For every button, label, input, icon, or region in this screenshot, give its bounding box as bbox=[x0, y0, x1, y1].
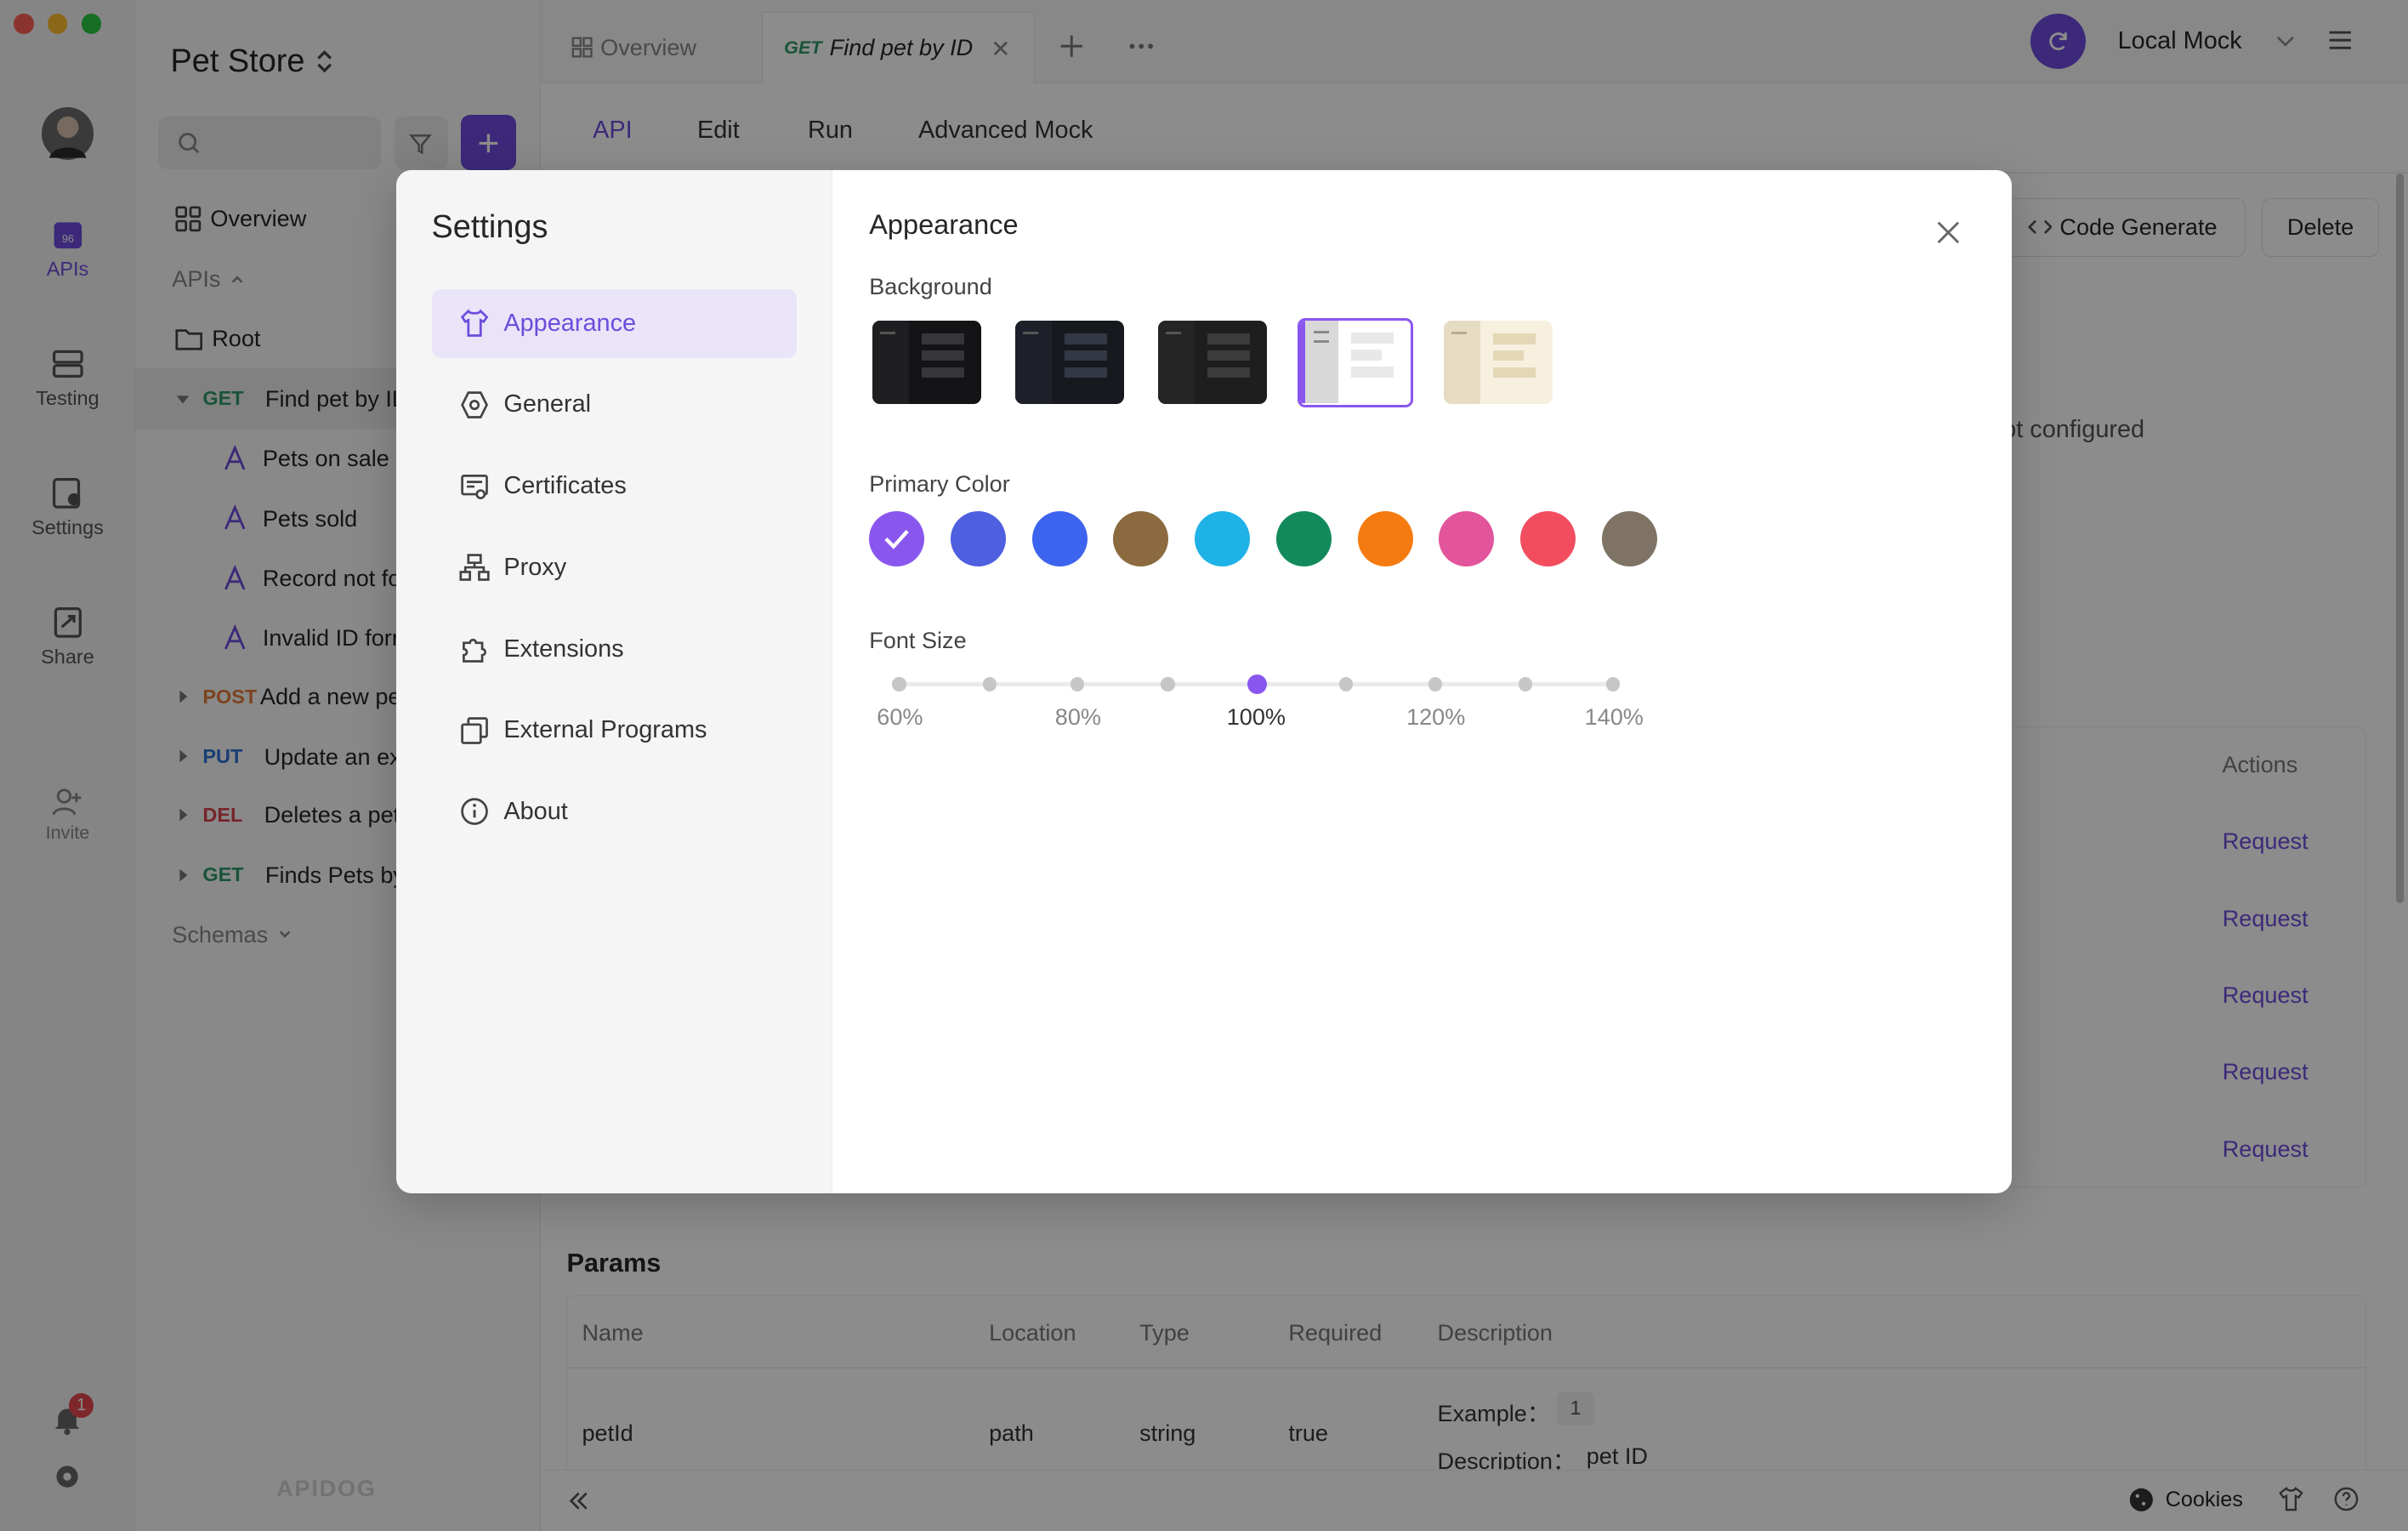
font-size-option-selected[interactable]: 100% bbox=[1210, 703, 1302, 731]
close-dialog-button[interactable] bbox=[1935, 219, 1962, 246]
font-size-option[interactable]: 120% bbox=[1390, 703, 1482, 731]
settings-menu-label: Proxy bbox=[503, 553, 567, 581]
primary-color-swatch[interactable] bbox=[1601, 511, 1657, 567]
font-size-slider-thumb[interactable] bbox=[1247, 674, 1268, 695]
settings-menu-label: Certificates bbox=[503, 472, 627, 500]
font-size-tick[interactable] bbox=[892, 677, 906, 692]
settings-menu-label: General bbox=[503, 390, 592, 418]
background-swatch-dark-2[interactable] bbox=[1014, 321, 1125, 404]
font-size-tick[interactable] bbox=[1070, 677, 1085, 692]
info-icon bbox=[461, 798, 488, 826]
certificate-icon bbox=[461, 474, 488, 499]
settings-menu-label: About bbox=[503, 798, 568, 825]
background-swatch-dark-1[interactable] bbox=[872, 321, 982, 404]
settings-menu-label: Appearance bbox=[503, 309, 637, 337]
close-icon bbox=[1937, 221, 1959, 244]
network-icon bbox=[459, 554, 490, 582]
settings-menu-proxy[interactable]: Proxy bbox=[432, 533, 798, 602]
settings-menu-about[interactable]: About bbox=[432, 777, 798, 846]
settings-menu-appearance[interactable]: Appearance bbox=[431, 288, 798, 358]
primary-color-swatch[interactable] bbox=[1195, 511, 1251, 567]
check-icon bbox=[884, 530, 910, 550]
primary-color-swatch[interactable] bbox=[950, 511, 1006, 567]
primary-color-swatch[interactable] bbox=[869, 511, 925, 567]
primary-color-swatch[interactable] bbox=[1031, 511, 1088, 567]
copy-window-icon bbox=[461, 716, 488, 744]
font-size-tick[interactable] bbox=[1519, 677, 1533, 692]
settings-menu-label: Extensions bbox=[503, 635, 624, 663]
font-size-tick[interactable] bbox=[982, 677, 997, 692]
background-swatch-dark-3[interactable] bbox=[1157, 321, 1268, 404]
font-size-tick[interactable] bbox=[1428, 677, 1442, 692]
font-size-tick[interactable] bbox=[1161, 677, 1175, 692]
primary-color-swatch[interactable] bbox=[1357, 511, 1413, 567]
settings-title: Settings bbox=[431, 208, 548, 245]
primary-color-swatch[interactable] bbox=[1113, 511, 1169, 567]
font-size-tick[interactable] bbox=[1606, 677, 1621, 692]
font-size-option[interactable]: 140% bbox=[1568, 703, 1660, 731]
background-swatch-light[interactable] bbox=[1298, 317, 1413, 407]
puzzle-icon bbox=[463, 638, 487, 663]
settings-menu-general[interactable]: General bbox=[432, 370, 798, 439]
primary-color-swatch[interactable] bbox=[1275, 511, 1332, 567]
font-size-tick[interactable] bbox=[1338, 677, 1354, 692]
primary-color-label: Primary Color bbox=[869, 470, 1010, 497]
settings-dialog: Settings Appearance General Certificates… bbox=[395, 170, 2012, 1194]
font-size-option[interactable]: 80% bbox=[1032, 703, 1124, 731]
settings-menu-certificates[interactable]: Certificates bbox=[432, 452, 798, 521]
primary-color-swatch[interactable] bbox=[1439, 511, 1495, 567]
settings-menu-label: External Programs bbox=[503, 716, 707, 744]
shirt-icon bbox=[460, 309, 489, 337]
settings-sidebar: Settings Appearance General Certificates… bbox=[395, 170, 832, 1194]
background-swatch-sepia[interactable] bbox=[1443, 321, 1553, 404]
primary-color-swatch[interactable] bbox=[1520, 511, 1576, 567]
settings-hexagon-icon bbox=[461, 391, 489, 418]
font-size-option[interactable]: 60% bbox=[854, 703, 946, 731]
font-size-label: Font Size bbox=[869, 626, 967, 653]
settings-menu-external-programs[interactable]: External Programs bbox=[432, 696, 798, 765]
background-label: Background bbox=[869, 273, 992, 300]
appearance-heading: Appearance bbox=[869, 208, 1019, 240]
settings-menu-extensions[interactable]: Extensions bbox=[432, 614, 798, 683]
